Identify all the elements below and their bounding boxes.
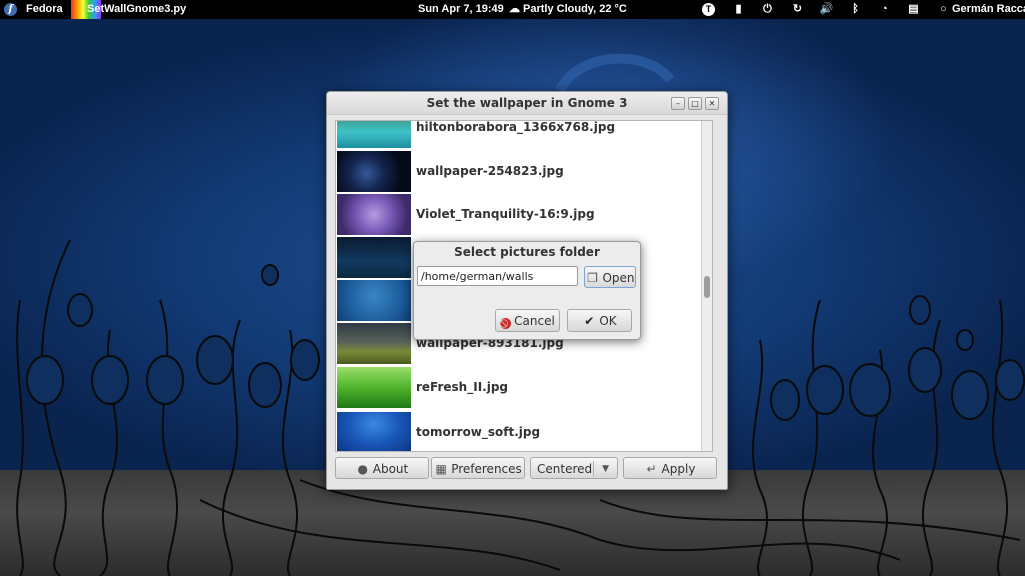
window-title: Set the wallpaper in Gnome 3	[426, 96, 628, 110]
wallpaper-thumbnail	[337, 412, 411, 451]
wallpaper-thumbnail	[337, 151, 411, 192]
ok-label: OK	[599, 314, 617, 328]
wallpaper-filename: tomorrow_soft.jpg	[416, 425, 541, 439]
list-scrollbar[interactable]	[701, 121, 712, 451]
maximize-button[interactable]: □	[688, 97, 702, 110]
wallpaper-filename: Violet_Tranquility-16:9.jpg	[416, 207, 595, 221]
apply-button[interactable]: ↵ Apply	[623, 457, 717, 479]
preferences-button[interactable]: ▦ Preferences	[431, 457, 525, 479]
about-button[interactable]: ● About	[335, 457, 429, 479]
weather-icon[interactable]: ☁	[509, 0, 520, 19]
top-panel: f Fedora SetWallGnome3.py Sun Apr 7, 19:…	[0, 0, 1025, 19]
cancel-button[interactable]: ⃠Cancel	[495, 309, 560, 332]
clipboard-icon[interactable]: ▤	[906, 2, 921, 17]
folder-path-field[interactable]: /home/german/walls	[417, 266, 578, 286]
window-titlebar[interactable]: Set the wallpaper in Gnome 3 – □ ✕	[327, 92, 727, 115]
wallpaper-thumbnail	[337, 237, 411, 278]
close-button[interactable]: ✕	[705, 97, 719, 110]
fedora-logo-icon[interactable]: f	[4, 3, 17, 16]
user-status-icon: ○	[940, 3, 947, 15]
cancel-label: Cancel	[514, 314, 555, 328]
wallpaper-thumbnail	[337, 323, 411, 364]
bluetooth-icon[interactable]: ᛒ	[848, 2, 863, 17]
wallpaper-filename: reFresh_II.jpg	[416, 380, 509, 394]
scrollbar-thumb[interactable]	[704, 276, 710, 298]
text-input-icon[interactable]: T	[702, 3, 715, 16]
list-item[interactable]: hiltonborabora_1366x768.jpg	[336, 120, 712, 149]
apply-label: Apply	[661, 462, 696, 476]
volume-icon[interactable]: 🔊	[819, 2, 834, 17]
chevron-down-icon: ▼	[602, 464, 609, 474]
wifi-icon[interactable]: ◔	[877, 2, 892, 17]
open-label: Open	[602, 271, 635, 285]
minimize-button[interactable]: –	[671, 97, 685, 110]
user-menu[interactable]: Germán Racca	[952, 0, 1025, 19]
copy-icon: ❐	[587, 271, 598, 285]
weather-indicator[interactable]: Partly Cloudy, 22 °C	[523, 0, 627, 19]
position-mode-value: Centered	[537, 462, 593, 476]
list-item[interactable]: wallpaper-254823.jpg	[336, 150, 712, 193]
wallpaper-thumbnail	[337, 121, 411, 148]
wallpaper-filename: hiltonborabora_1366x768.jpg	[416, 120, 616, 134]
ok-button[interactable]: ✔ OK	[567, 309, 632, 332]
checkmark-icon: ✔	[584, 314, 595, 328]
apply-arrow-icon: ↵	[646, 462, 657, 476]
list-item[interactable]: tomorrow_soft.jpg	[336, 411, 712, 451]
position-mode-select[interactable]: Centered ▼	[530, 457, 618, 479]
wallpaper-thumbnail	[337, 367, 411, 408]
list-item[interactable]: reFresh_II.jpg	[336, 366, 712, 409]
power-icon[interactable]: ⏻	[760, 2, 775, 17]
folder-icon[interactable]: ▮	[731, 2, 746, 17]
activities-button[interactable]: Fedora	[26, 0, 63, 19]
clock[interactable]: Sun Apr 7, 19:49	[418, 0, 504, 19]
list-item[interactable]: Violet_Tranquility-16:9.jpg	[336, 193, 712, 236]
app-menu-button[interactable]: SetWallGnome3.py	[87, 0, 186, 19]
combo-separator	[593, 461, 594, 476]
dialog-title: Select pictures folder	[454, 245, 600, 259]
wallpaper-thumbnail	[337, 280, 411, 321]
preferences-label: Preferences	[451, 462, 522, 476]
sync-icon[interactable]: ↻	[790, 2, 805, 17]
preferences-icon: ▦	[435, 462, 447, 476]
info-bubble-icon: ●	[357, 462, 368, 476]
cancel-icon: ⃠	[500, 318, 512, 329]
wallpaper-thumbnail	[337, 194, 411, 235]
wallpaper-filename: wallpaper-254823.jpg	[416, 164, 564, 178]
about-label: About	[372, 462, 409, 476]
select-folder-dialog: Select pictures folder /home/german/wall…	[413, 241, 641, 340]
open-button[interactable]: ❐ Open	[584, 266, 636, 288]
